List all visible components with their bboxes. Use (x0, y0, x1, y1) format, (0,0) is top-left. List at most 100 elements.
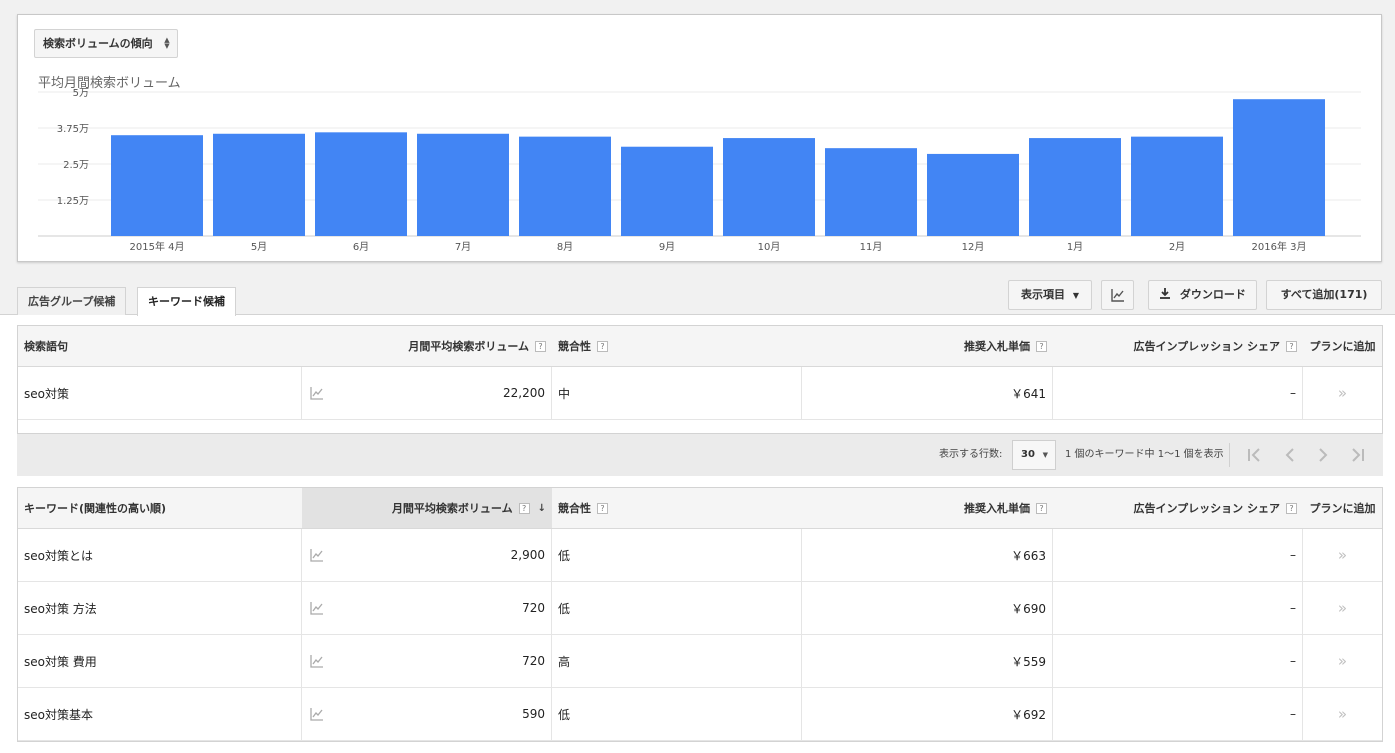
download-icon (1160, 288, 1171, 299)
x-tick-label: 12月 (962, 241, 985, 253)
trend-chart-icon[interactable] (310, 707, 324, 721)
header-impression-share[interactable]: 広告インプレッション シェア ? (1053, 326, 1303, 366)
header-monthly-volume-label: 月間平均検索ボリューム (391, 502, 513, 515)
keyword-ideas-table: キーワード(関連性の高い順) 月間平均検索ボリューム ? ↓ 競合性 ? 推奨入… (17, 487, 1383, 742)
chart-metric-selector[interactable]: 検索ボリュームの傾向 ▲ ▼ (34, 29, 178, 58)
question-mark-icon[interactable]: ? (1286, 340, 1297, 352)
suggested-bid-cell: ￥663 (802, 529, 1053, 581)
chart-metric-selector-label: 検索ボリュームの傾向 (43, 37, 153, 50)
chart-bar (1131, 136, 1223, 236)
double-chevron-right-icon[interactable]: » (1338, 384, 1347, 402)
table-spacer (18, 420, 1382, 433)
y-tick-label: 2.5万 (63, 160, 89, 171)
header-suggested-bid[interactable]: 推奨入札単価 ? (802, 488, 1053, 528)
first-page-icon[interactable] (1244, 445, 1264, 465)
header-monthly-volume[interactable]: 月間平均検索ボリューム ? (302, 326, 552, 366)
dropdown-arrow-icon: ▼ (1042, 451, 1048, 459)
impression-share-cell: – (1053, 582, 1303, 634)
previous-page-icon[interactable] (1280, 445, 1300, 465)
trend-chart-icon[interactable] (310, 654, 324, 668)
question-mark-icon[interactable]: ? (518, 502, 530, 514)
header-search-term[interactable]: 検索語句 (18, 326, 302, 366)
x-tick-label: 1月 (1067, 241, 1083, 253)
volume-cell: 590 (302, 688, 552, 740)
impression-share-cell: – (1053, 529, 1303, 581)
keyword-cell: seo対策 (18, 367, 302, 419)
header-keyword-relevance[interactable]: キーワード(関連性の高い順) (18, 488, 302, 528)
header-suggested-bid-label: 推奨入札単価 (964, 502, 1030, 515)
columns-button-label: 表示項目 (1021, 288, 1065, 301)
suggested-bid-cell: ￥692 (802, 688, 1053, 740)
pager-divider (1229, 443, 1230, 467)
header-impression-share[interactable]: 広告インプレッション シェア ? (1053, 488, 1303, 528)
chart-toggle-button[interactable] (1101, 280, 1134, 310)
volume-cell: 720 (302, 582, 552, 634)
x-tick-label: 2015年 4月 (130, 240, 185, 253)
impression-share-cell: – (1053, 635, 1303, 687)
impression-share-cell: – (1053, 367, 1303, 419)
search-term-table: 検索語句 月間平均検索ボリューム ? 競合性 ? 推奨入札単価 ? 広告インプレ… (17, 325, 1383, 434)
add-to-plan-cell: » (1303, 529, 1382, 581)
add-to-plan-cell: » (1303, 582, 1382, 634)
header-impression-share-label: 広告インプレッション シェア (1133, 340, 1281, 353)
rows-per-page-select[interactable]: 30 ▼ (1012, 440, 1056, 470)
table-row: seo対策 22,200 中 ￥641– » (18, 367, 1382, 420)
chart-bar (315, 132, 407, 236)
add-to-plan-cell: » (1303, 688, 1382, 740)
header-monthly-volume-sorted[interactable]: 月間平均検索ボリューム ? ↓ (302, 488, 552, 528)
chart-bar (927, 153, 1019, 236)
next-page-icon[interactable] (1313, 445, 1333, 465)
header-competition-label: 競合性 (558, 340, 591, 353)
header-competition[interactable]: 競合性 ? (552, 488, 802, 528)
question-mark-icon[interactable]: ? (1036, 340, 1047, 352)
x-tick-label: 10月 (758, 241, 781, 253)
suggested-bid-cell: ￥641 (802, 367, 1053, 419)
add-all-button[interactable]: すべて追加(171) (1266, 280, 1382, 310)
question-mark-icon[interactable]: ? (1036, 502, 1047, 514)
trend-chart-icon[interactable] (310, 386, 324, 400)
table-row: seo対策 方法 720 低 ￥690– » (18, 582, 1382, 635)
tab-keyword-ideas[interactable]: キーワード候補 (137, 287, 236, 316)
table-row: seo対策基本 590 低 ￥692– » (18, 688, 1382, 741)
columns-button[interactable]: 表示項目 ▼ (1008, 280, 1092, 310)
download-button[interactable]: ダウンロード (1148, 280, 1257, 310)
last-page-icon[interactable] (1348, 445, 1368, 465)
competition-cell: 低 (552, 582, 802, 634)
header-monthly-volume-label: 月間平均検索ボリューム (408, 340, 529, 353)
x-tick-label: 9月 (659, 241, 675, 253)
volume-cell: 720 (302, 635, 552, 687)
chart-bar (213, 133, 305, 236)
tab-ad-group-ideas[interactable]: 広告グループ候補 (17, 287, 127, 315)
question-mark-icon[interactable]: ? (1286, 502, 1297, 514)
header-add-to-plan: プランに追加 (1309, 340, 1376, 353)
x-tick-label: 5月 (251, 241, 267, 253)
dropdown-arrow-icon: ▼ (1072, 291, 1079, 300)
header-competition-label: 競合性 (558, 502, 591, 515)
line-chart-icon (1110, 289, 1124, 302)
volume-value: 2,900 (510, 548, 545, 562)
header-competition[interactable]: 競合性 ? (552, 326, 802, 366)
double-chevron-right-icon[interactable]: » (1338, 599, 1347, 617)
x-tick-label: 8月 (557, 241, 573, 253)
trend-chart-icon[interactable] (310, 548, 324, 562)
question-mark-icon[interactable]: ? (535, 340, 546, 352)
double-chevron-right-icon[interactable]: » (1338, 705, 1347, 723)
result-count: 1 個のキーワード中 1～1 個を表示 (1065, 449, 1224, 460)
keyword-cell: seo対策 費用 (18, 635, 302, 687)
chart-bar (417, 133, 509, 236)
suggested-bid-cell: ￥690 (802, 582, 1053, 634)
table-header-row: 検索語句 月間平均検索ボリューム ? 競合性 ? 推奨入札単価 ? 広告インプレ… (18, 326, 1382, 367)
chart-bar (1233, 99, 1325, 236)
table-header-row: キーワード(関連性の高い順) 月間平均検索ボリューム ? ↓ 競合性 ? 推奨入… (18, 488, 1382, 529)
chart-bar (723, 138, 815, 236)
double-chevron-right-icon[interactable]: » (1338, 546, 1347, 564)
x-tick-label: 11月 (860, 241, 883, 253)
header-suggested-bid[interactable]: 推奨入札単価 ? (802, 326, 1053, 366)
question-mark-icon[interactable]: ? (597, 502, 608, 514)
double-chevron-right-icon[interactable]: » (1338, 652, 1347, 670)
question-mark-icon[interactable]: ? (597, 340, 608, 352)
competition-cell: 低 (552, 529, 802, 581)
competition-cell: 中 (552, 367, 802, 419)
rows-per-page-label: 表示する行数: (939, 449, 1003, 460)
trend-chart-icon[interactable] (310, 601, 324, 615)
